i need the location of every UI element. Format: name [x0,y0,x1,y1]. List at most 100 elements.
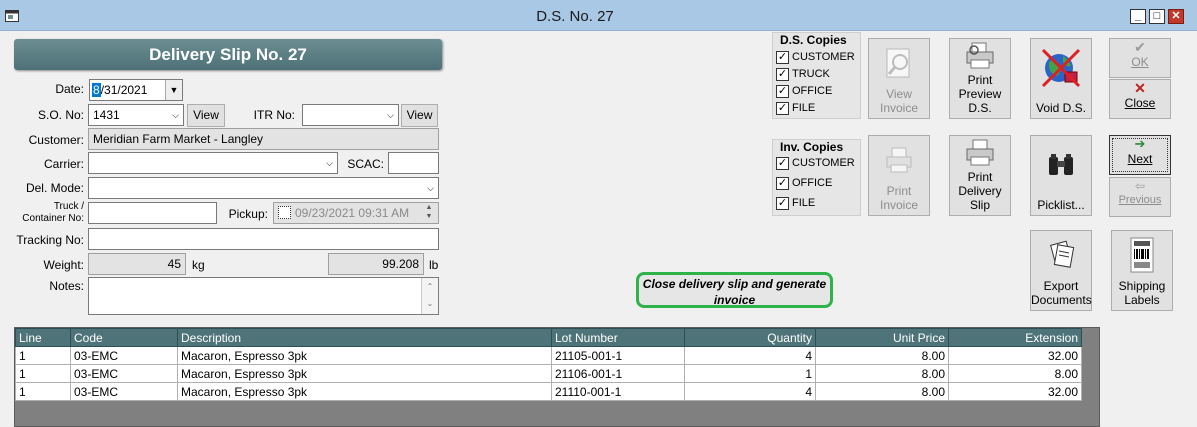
notes-textarea[interactable]: ⌃ ⌄ [88,277,439,315]
close-button[interactable]: ✕ Close [1109,79,1171,119]
col-extension[interactable]: Extension [948,328,1082,347]
col-code[interactable]: Code [70,328,178,347]
truck-label: Truck / Container No: [14,201,84,225]
view-invoice-button[interactable]: View Invoice [868,38,930,119]
print-preview-ds-button[interactable]: Print Preview D.S. [949,38,1011,119]
pickup-label: Pickup: [228,207,268,221]
chevron-down-icon: ⌵ [387,110,394,120]
col-lot-number[interactable]: Lot Number [551,328,685,347]
table-row[interactable]: 1 03-EMC Macaron, Espresso 3pk 21105-001… [15,346,1082,365]
check-icon[interactable]: ✓ [776,68,789,81]
view-invoice-line2: Invoice [879,101,919,115]
view-invoice-line1: View [886,87,912,101]
line-items-table: Line Code Description Lot Number Quantit… [15,328,1082,401]
previous-button[interactable]: ⇦ Previous [1109,177,1171,217]
scac-field[interactable] [388,152,439,174]
printer-icon [950,138,1010,168]
pickup-value: 09/23/2021 09:31 AM [295,206,410,220]
check-icon[interactable]: ✓ [776,197,789,210]
generate-line1: Close delivery slip and generate [642,277,827,291]
cell-line: 1 [15,346,71,365]
maximize-button[interactable]: □ [1149,9,1165,24]
line-items-grid[interactable]: Line Code Description Lot Number Quantit… [14,327,1100,427]
shipping-labels-button[interactable]: Shipping Labels [1111,230,1173,311]
weight-kg-unit: kg [192,258,205,272]
table-row[interactable]: 1 03-EMC Macaron, Espresso 3pk 21110-001… [15,382,1082,401]
print-invoice-line1: Print [886,184,912,198]
col-line[interactable]: Line [15,328,71,347]
so-view-button[interactable]: View [187,104,225,127]
check-icon[interactable]: ✓ [776,51,789,64]
chevron-down-icon: ⌵ [427,183,434,193]
itr-select[interactable]: ⌵ [302,104,399,126]
weight-lb-field: 99.208 [328,253,424,275]
truck-label-line2: Container No: [22,213,84,224]
minimize-button[interactable]: _ [1130,9,1146,24]
cell-code: 03-EMC [70,364,178,383]
export-documents-button[interactable]: Export Documents [1030,230,1092,311]
print-delivery-slip-button[interactable]: Print Delivery Slip [949,135,1011,216]
ds-copy-file-label: FILE [792,102,816,114]
pickup-datetime[interactable]: 09/23/2021 09:31 AM ▲ ▼ [273,202,439,224]
carrier-label: Carrier: [43,157,84,171]
print-invoice-button[interactable]: Print Invoice [868,135,930,216]
ok-button[interactable]: ✔ OK [1109,38,1171,78]
next-button[interactable]: ➔ Next [1109,135,1171,175]
tracking-field[interactable] [88,228,439,250]
chevron-down-icon[interactable]: ▼ [165,80,182,100]
check-icon[interactable]: ✓ [776,85,789,98]
pickup-spinner[interactable]: ▲ ▼ [422,203,436,223]
inv-copy-file-label: FILE [792,197,816,209]
print-delivery-line1: Print [967,170,993,184]
title-bar: D.S. No. 27 _ □ ✕ [0,0,1197,31]
date-selected-part: 8 [92,83,101,97]
weight-label: Weight: [43,258,84,272]
ds-copy-office-label: OFFICE [792,85,833,97]
picklist-label: Picklist... [1037,198,1085,212]
print-preview-line2: Preview [958,87,1002,101]
carrier-select[interactable]: ⌵ [88,152,338,174]
col-description[interactable]: Description [177,328,552,347]
check-icon[interactable]: ✓ [776,157,789,170]
date-label: Date: [55,82,84,96]
table-row[interactable]: 1 03-EMC Macaron, Espresso 3pk 21106-001… [15,364,1082,383]
void-ds-button[interactable]: Void D.S. [1030,38,1092,119]
check-icon[interactable]: ✓ [776,177,789,190]
previous-label: Previous [1118,194,1162,206]
chevron-down-icon: ⌵ [172,110,179,120]
page-title: Delivery Slip No. 27 [14,39,442,70]
col-quantity[interactable]: Quantity [684,328,816,347]
chevron-down-icon: ⌵ [326,158,333,168]
date-picker[interactable]: 8/31/2021 ▼ [89,79,183,101]
export-line2: Documents [1031,293,1092,307]
delmode-label: Del. Mode: [25,181,84,195]
so-select[interactable]: 1431 ⌵ [88,104,184,126]
truck-field[interactable] [88,202,217,224]
print-delivery-line3: Slip [969,198,990,212]
delmode-select[interactable]: ⌵ [88,177,439,199]
cell-description: Macaron, Espresso 3pk [177,364,552,383]
next-arrow-icon: ➔ [1134,136,1146,151]
date-rest: /31/2021 [100,83,148,97]
print-preview-line3: D.S. [968,101,992,115]
cell-line: 1 [15,382,71,401]
col-unit-price[interactable]: Unit Price [815,328,949,347]
picklist-button[interactable]: Picklist... [1030,135,1092,216]
cell-quantity: 1 [684,364,816,383]
printer-preview-icon [950,41,1010,71]
ok-label: OK [1131,55,1149,69]
notes-scrollbar[interactable]: ⌃ ⌄ [421,278,438,314]
itr-view-button[interactable]: View [401,104,438,127]
ds-copy-customer-label: CUSTOMER [792,51,855,63]
shipping-line2: Labels [1124,293,1160,307]
previous-arrow-icon: ⇦ [1134,179,1146,193]
close-window-button[interactable]: ✕ [1168,9,1184,24]
pickup-checkbox[interactable] [278,206,291,219]
itr-label: ITR No: [253,108,295,122]
cell-extension: 8.00 [948,364,1082,383]
close-and-generate-invoice-button[interactable]: Close delivery slip and generate invoice [636,272,833,308]
binoculars-icon [1031,150,1091,180]
cell-lot-number: 21110-001-1 [551,382,685,401]
check-icon[interactable]: ✓ [776,102,789,115]
so-label: S.O. No: [37,108,84,122]
